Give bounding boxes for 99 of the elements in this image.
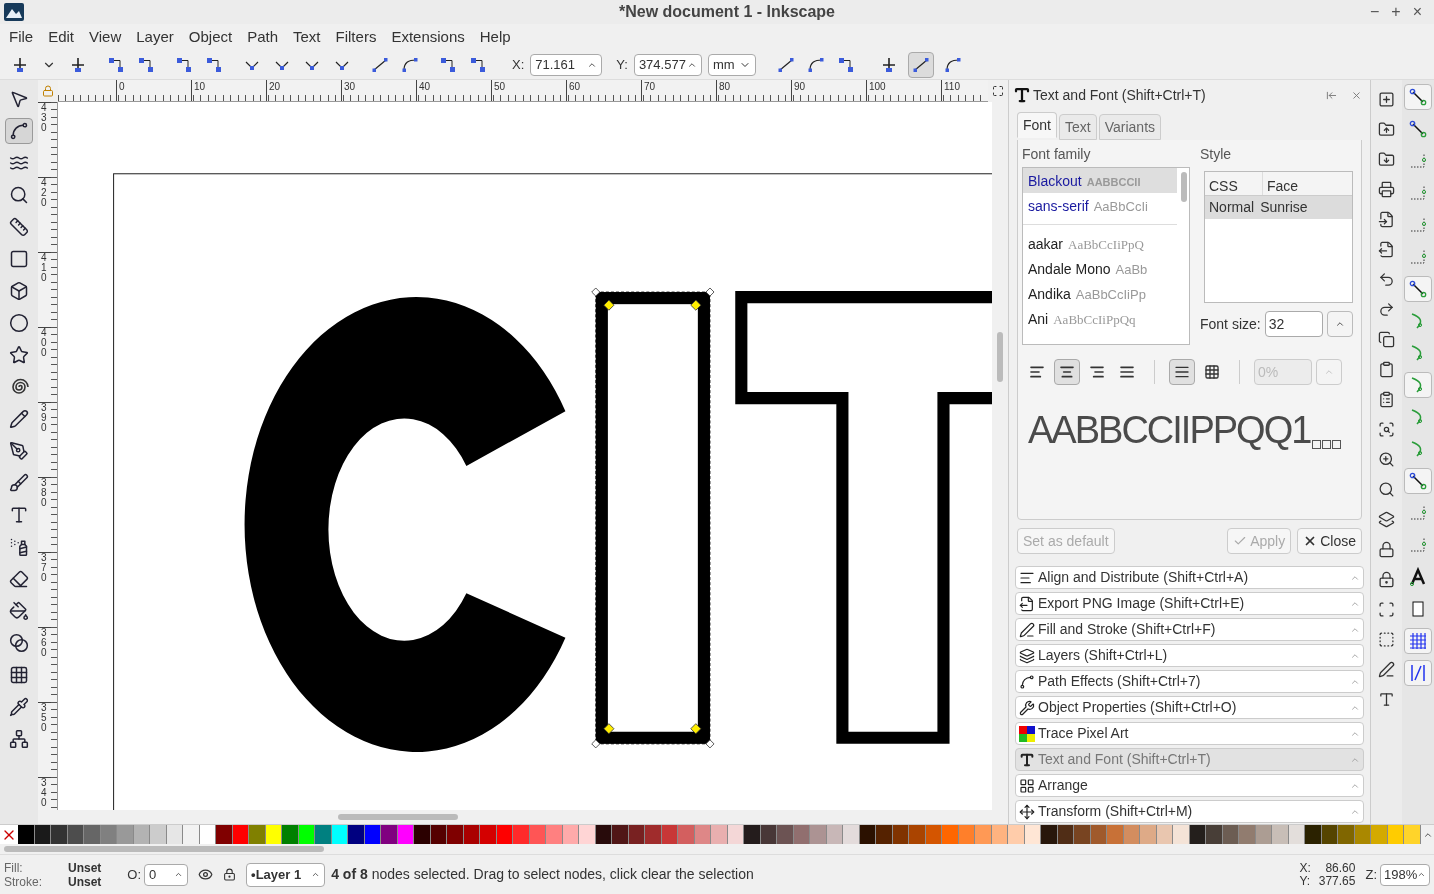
table-cell-text: Normal: [1208, 198, 1256, 217]
style-row[interactable]: Normal Sunrise: [1205, 196, 1352, 219]
ruler-label: 400: [41, 328, 48, 358]
dialog-title: Text and Font (Shift+Ctrl+T): [1033, 85, 1207, 105]
ruler-label: 90: [791, 80, 866, 101]
menu-item[interactable]: Filters: [335, 25, 377, 49]
ruler-label: 430: [41, 103, 48, 133]
ruler-label: 70: [641, 80, 716, 101]
menu-item[interactable]: Text: [293, 25, 321, 49]
menu-item[interactable]: Extensions: [391, 25, 465, 49]
window-control[interactable]: +: [1391, 4, 1401, 20]
menu-item[interactable]: View: [89, 25, 122, 49]
column-header[interactable]: Face: [1263, 172, 1303, 195]
font-sample: AABBCCII: [1086, 175, 1141, 190]
font-sample: AaBbCcIiPpQ: [1068, 236, 1144, 254]
ruler-label: 110: [941, 80, 988, 101]
status-message: 4 of 8 nodes selected. Drag to select nodes, click clear the selection: [331, 865, 754, 884]
cursor-y-value: 377.65: [1318, 874, 1356, 888]
ruler-label: 30: [341, 80, 416, 101]
font-sample: AaBbCcIi: [1093, 198, 1148, 216]
docked-panel-tab[interactable]: Arrange: [1015, 774, 1364, 797]
fill-label: Fill:: [4, 860, 24, 875]
y-field[interactable]: 374.577: [633, 53, 702, 76]
ruler-label: 60: [566, 80, 641, 101]
font-name: Blackout: [1028, 172, 1082, 191]
tab[interactable]: Variants: [1098, 114, 1162, 140]
font-name: aakar: [1028, 235, 1064, 254]
opacity-label: O:: [127, 865, 142, 884]
docked-panel-tab[interactable]: Layers (Shift+Ctrl+L): [1015, 644, 1364, 667]
font-name: Ani: [1028, 310, 1049, 329]
font-list-item[interactable]: Blackout AABBCCII: [1023, 168, 1177, 193]
docked-panel-tab[interactable]: Align and Distribute (Shift+Ctrl+A): [1015, 566, 1364, 589]
cursor-x-value: 86.60: [1324, 861, 1356, 875]
group-label: Font family: [1022, 145, 1092, 164]
ruler-label: 420: [41, 178, 48, 208]
docked-panel-tab[interactable]: Object Properties (Shift+Ctrl+O): [1015, 696, 1364, 719]
menu-item[interactable]: Object: [188, 25, 233, 49]
ruler-label: 390: [41, 403, 48, 433]
docked-panel-tab[interactable]: Export PNG Image (Shift+Ctrl+E): [1015, 592, 1364, 615]
font-size-label: Font size:: [1200, 314, 1261, 334]
ruler-label: 410: [41, 253, 48, 283]
fill-value: Unset: [68, 860, 102, 875]
window-control[interactable]: ×: [1412, 4, 1422, 20]
font-list[interactable]: Blackout AABBCCII sans-serif AaBbCcIi aakar AaBbCcIiPpQ Andale Mono AaBb Andika AaBbCcIiPp Ani AaBbCcIiPpQq: [1022, 167, 1190, 345]
font-sample: AaBbCcIiPpQq: [1053, 311, 1136, 329]
docked-panel-tab[interactable]: Fill and Stroke (Shift+Ctrl+F): [1015, 618, 1364, 641]
opacity-field[interactable]: 0: [144, 863, 189, 886]
zoom-field[interactable]: 198%: [1380, 863, 1430, 886]
column-header[interactable]: CSS: [1205, 172, 1263, 195]
menu-item[interactable]: Help: [479, 25, 511, 49]
unit-dropdown[interactable]: mm: [707, 53, 756, 76]
window-title: *New document 1 - Inkscape: [618, 2, 835, 22]
ruler-label: 340: [41, 778, 48, 808]
font-preview: AABBCCIIPPQQ1: [1028, 411, 1311, 449]
menu-item[interactable]: Layer: [136, 25, 174, 49]
ruler-label: 380: [41, 478, 48, 508]
font-size-field[interactable]: 32: [1264, 311, 1323, 337]
font-list-item[interactable]: Andika AaBbCcIiPp: [1023, 281, 1177, 306]
menu-item[interactable]: File: [9, 25, 34, 49]
ruler-label: 50: [491, 80, 566, 101]
font-name: Andale Mono: [1028, 260, 1111, 279]
ruler-label: 40: [416, 80, 491, 101]
tab[interactable]: Text: [1059, 114, 1097, 140]
font-list-item[interactable]: sans-serif AaBbCcIi: [1023, 193, 1177, 225]
cursor-x-label: X:: [1299, 861, 1311, 875]
tab[interactable]: Font: [1017, 112, 1057, 138]
ruler-label: 100: [866, 80, 941, 101]
cursor-y-label: Y:: [1299, 874, 1311, 888]
layer-dropdown[interactable]: •Layer 1: [246, 862, 326, 887]
font-list-item[interactable]: Andale Mono AaBb: [1023, 256, 1177, 281]
font-list-item[interactable]: aakar AaBbCcIiPpQ: [1023, 231, 1177, 256]
x-label: X:: [512, 55, 525, 74]
stroke-value: Unset: [68, 874, 102, 889]
ruler-label: 370: [41, 553, 48, 583]
font-sample: AaBbCcIiPp: [1075, 286, 1146, 304]
ruler-label: 0: [116, 80, 191, 101]
font-name: sans-serif: [1028, 197, 1089, 216]
ruler-label: 80: [716, 80, 791, 101]
stroke-label: Stroke:: [4, 874, 42, 889]
docked-panel-tab[interactable]: Trace Pixel Art: [1015, 722, 1364, 745]
table-cell-text: Sunrise: [1259, 198, 1309, 217]
x-field[interactable]: 71.161: [530, 53, 603, 76]
dialog-button[interactable]: Close: [1297, 528, 1362, 554]
zoom-label: Z:: [1365, 865, 1377, 884]
ruler-label: 360: [41, 628, 48, 658]
font-name: Andika: [1028, 285, 1071, 304]
ruler-label: 10: [191, 80, 266, 101]
group-label: Style: [1200, 145, 1233, 164]
ruler-label: 350: [41, 703, 48, 733]
ruler-label: 20: [266, 80, 341, 101]
docked-panel-tab[interactable]: Text and Font (Shift+Ctrl+T): [1015, 748, 1364, 771]
font-list-item[interactable]: Ani AaBbCcIiPpQq: [1023, 306, 1177, 331]
font-sample: AaBb: [1115, 261, 1148, 279]
window-control[interactable]: −: [1369, 4, 1380, 20]
docked-panel-tab[interactable]: Transform (Shift+Ctrl+M): [1015, 800, 1364, 823]
docked-panel-tab[interactable]: Path Effects (Shift+Ctrl+7): [1015, 670, 1364, 693]
menu-item[interactable]: Path: [247, 25, 279, 49]
menu-item[interactable]: Edit: [48, 25, 75, 49]
y-label: Y:: [616, 55, 628, 74]
